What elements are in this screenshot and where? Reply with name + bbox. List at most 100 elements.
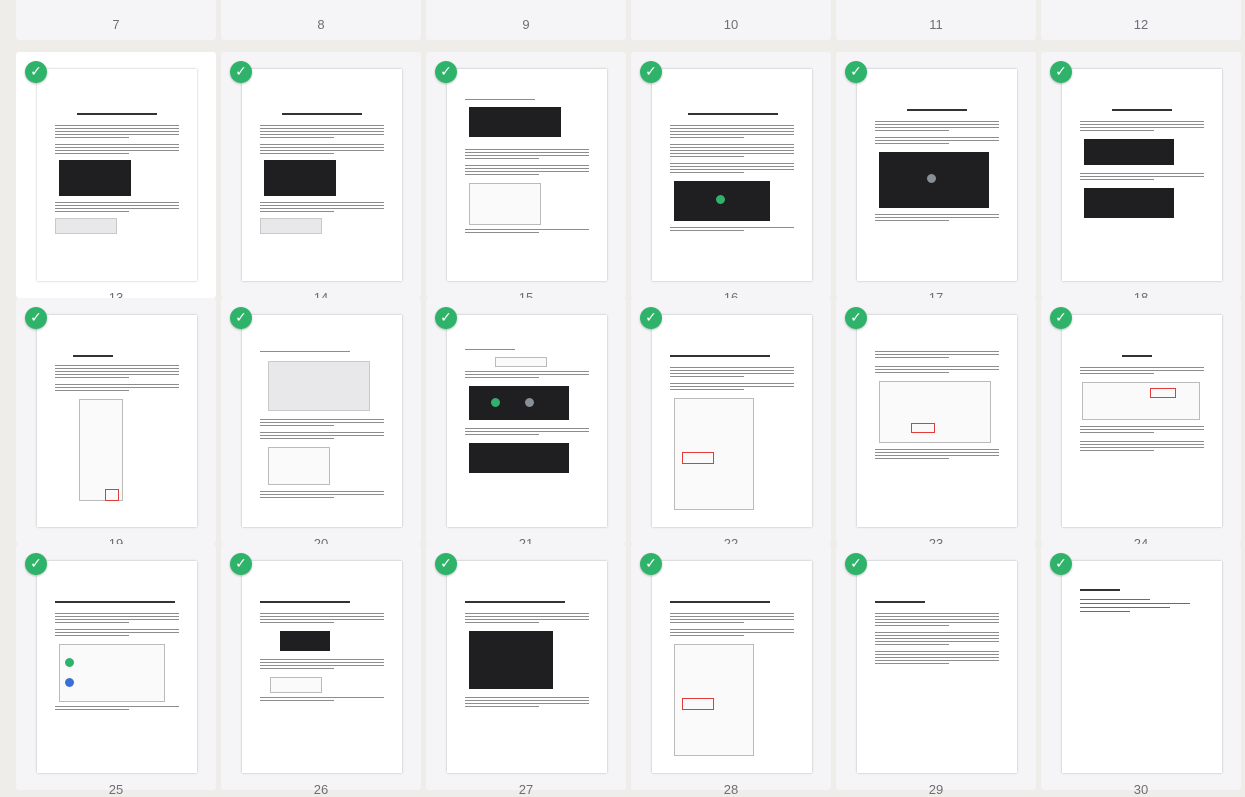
checkmark-icon[interactable]: ✓ — [845, 307, 867, 329]
page-thumbnail[interactable]: 25 ✓ — [16, 544, 216, 797]
checkmark-icon[interactable]: ✓ — [640, 553, 662, 575]
page-thumbnail[interactable]: 13✓ — [16, 52, 216, 305]
page-thumbnail[interactable]: 18✓ — [1041, 52, 1241, 305]
page-number: 30 — [1133, 782, 1149, 797]
text-line — [670, 367, 794, 368]
page-preview — [857, 561, 1017, 773]
page-number: 28 — [723, 782, 739, 797]
page-thumbnail[interactable]: 16✓ — [631, 52, 831, 305]
page-thumbnail[interactable]: 12 — [1041, 0, 1241, 40]
text-line — [55, 144, 179, 145]
page-thumbnail[interactable]: 24✓ — [1041, 298, 1241, 551]
text-line — [55, 202, 179, 203]
text-line — [465, 99, 535, 100]
page-thumbnail[interactable]: 14✓ — [221, 52, 421, 305]
checkmark-icon[interactable]: ✓ — [435, 307, 457, 329]
page-thumbnail[interactable]: 9 — [426, 0, 626, 40]
text-line — [1080, 432, 1155, 433]
text-line — [55, 709, 130, 710]
page-thumbnail[interactable]: 27 ✓ — [426, 544, 626, 797]
checkmark-icon[interactable]: ✓ — [845, 553, 867, 575]
page-number: 7 — [112, 17, 120, 32]
checkmark-icon[interactable]: ✓ — [230, 307, 252, 329]
page-thumbnail[interactable]: 11 — [836, 0, 1036, 40]
text-line — [1080, 441, 1204, 442]
text-line — [670, 227, 794, 228]
page-thumbnail[interactable]: 29 ✓ — [836, 544, 1036, 797]
checkmark-icon[interactable]: ✓ — [230, 61, 252, 83]
figure-image — [264, 160, 336, 196]
page-thumbnail[interactable]: 26 ✓ — [221, 544, 421, 797]
figure-image — [1082, 382, 1200, 420]
figure-image — [469, 183, 541, 225]
text-line — [465, 349, 515, 350]
checkmark-icon[interactable]: ✓ — [25, 553, 47, 575]
text-line — [260, 613, 384, 614]
text-line — [875, 351, 999, 352]
page-thumbnail[interactable]: 28 ✓ — [631, 544, 831, 797]
checkmark-icon[interactable]: ✓ — [230, 553, 252, 575]
page-thumbnail[interactable]: 22✓ — [631, 298, 831, 551]
text-line — [1080, 426, 1204, 427]
checkmark-icon[interactable]: ✓ — [1050, 307, 1072, 329]
figure-image — [1084, 188, 1174, 218]
text-line — [670, 147, 794, 148]
text-line — [875, 369, 999, 370]
text-line — [55, 208, 179, 209]
page-thumbnail[interactable]: 30 ✓ — [1041, 544, 1241, 797]
page-thumbnail[interactable]: 17✓ — [836, 52, 1036, 305]
text-line — [465, 152, 589, 153]
page-thumbnail[interactable]: 21✓ — [426, 298, 626, 551]
figure-image — [469, 107, 561, 137]
page-preview — [37, 561, 197, 773]
text-line — [260, 665, 384, 666]
text-line — [260, 208, 384, 209]
text-line — [1080, 124, 1204, 125]
text-line — [875, 127, 999, 128]
figure-image — [59, 644, 165, 702]
checkmark-icon[interactable]: ✓ — [640, 61, 662, 83]
page-thumbnail[interactable]: 20✓ — [221, 298, 421, 551]
page-preview — [652, 561, 812, 773]
page-preview — [447, 315, 607, 527]
text-line — [55, 125, 179, 126]
page-thumbnail[interactable]: 8 — [221, 0, 421, 40]
page-thumbnail[interactable]: 15✓ — [426, 52, 626, 305]
text-line — [670, 619, 794, 620]
checkmark-icon[interactable]: ✓ — [1050, 61, 1072, 83]
checkmark-icon[interactable]: ✓ — [435, 553, 457, 575]
text-line — [55, 147, 179, 148]
text-line — [260, 491, 384, 492]
page-thumbnail[interactable]: 7 — [16, 0, 216, 40]
page-thumbnail[interactable]: 19✓ — [16, 298, 216, 551]
text-line — [670, 370, 794, 371]
text-line — [1122, 355, 1152, 357]
figure-image — [59, 160, 131, 196]
text-line — [55, 632, 179, 633]
text-line — [1112, 109, 1172, 111]
figure-dot — [525, 398, 534, 407]
checkmark-icon[interactable]: ✓ — [435, 61, 457, 83]
text-line — [875, 124, 999, 125]
page-thumbnail[interactable]: 23✓ — [836, 298, 1036, 551]
text-line — [670, 172, 745, 173]
checkmark-icon[interactable]: ✓ — [25, 61, 47, 83]
figure-image — [469, 443, 569, 473]
page-number: 26 — [313, 782, 329, 797]
checkmark-icon[interactable]: ✓ — [1050, 553, 1072, 575]
text-line — [670, 613, 794, 614]
text-line — [260, 659, 384, 660]
text-line — [1080, 429, 1204, 430]
checkmark-icon[interactable]: ✓ — [845, 61, 867, 83]
text-line — [465, 229, 589, 230]
text-line — [465, 149, 589, 150]
figure-dot — [65, 658, 74, 667]
text-line — [875, 449, 999, 450]
checkmark-icon[interactable]: ✓ — [25, 307, 47, 329]
text-line — [1080, 130, 1155, 131]
text-line — [55, 613, 179, 614]
text-line — [465, 706, 540, 707]
page-number: 12 — [1133, 17, 1149, 32]
checkmark-icon[interactable]: ✓ — [640, 307, 662, 329]
page-thumbnail[interactable]: 10 — [631, 0, 831, 40]
